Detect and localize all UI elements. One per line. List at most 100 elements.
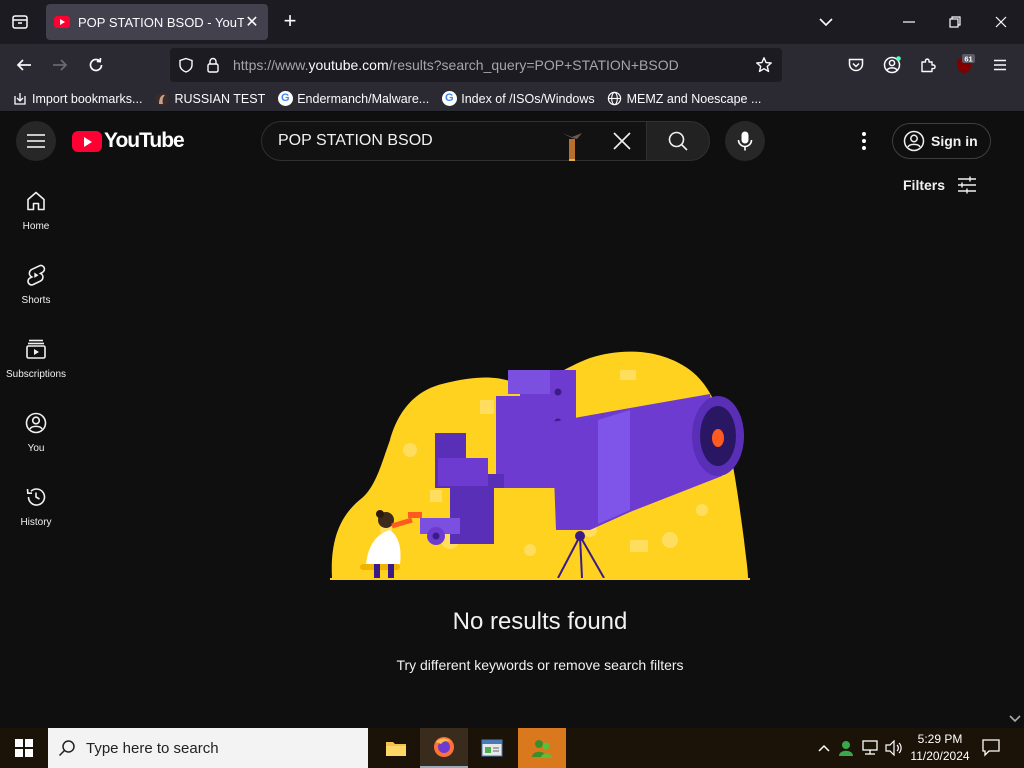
sidebar-item-subscriptions[interactable]: Subscriptions xyxy=(0,317,72,391)
tracking-shield-icon[interactable] xyxy=(178,57,194,78)
sidebar-item-home[interactable]: Home xyxy=(0,169,72,243)
scroll-down-arrow-icon[interactable] xyxy=(1008,712,1022,724)
chevron-down-icon[interactable] xyxy=(816,12,836,32)
search-button[interactable] xyxy=(646,121,710,161)
tripod-head xyxy=(575,531,585,541)
url-path: /results?search_query=POP+STATION+BSOD xyxy=(388,57,679,73)
network-icon[interactable] xyxy=(860,738,880,758)
extensions-puzzle-icon[interactable] xyxy=(916,53,940,77)
history-icon xyxy=(26,488,46,506)
eyepiece-center xyxy=(432,532,440,540)
url-prefix: https://www. xyxy=(233,57,309,73)
account-circle-icon xyxy=(903,130,925,152)
bookmark-index-isos[interactable]: G Index of /ISOs/Windows xyxy=(441,91,595,107)
youtube-play-icon xyxy=(72,130,102,152)
search-icon xyxy=(58,740,75,757)
home-icon xyxy=(27,191,45,211)
no-results-hint: Try different keywords or remove search … xyxy=(396,657,684,673)
volume-icon[interactable] xyxy=(884,738,904,758)
person-leg xyxy=(374,564,380,578)
valve xyxy=(408,512,422,518)
reload-icon[interactable] xyxy=(84,53,108,77)
shorts-icon xyxy=(27,264,46,286)
user-tray-icon[interactable] xyxy=(836,738,856,758)
address-bar[interactable]: https://www.youtube.com/results?search_q… xyxy=(170,48,782,82)
users-icon xyxy=(532,740,552,758)
youtube-favicon-icon xyxy=(54,16,70,28)
taskbar-file-explorer[interactable] xyxy=(372,728,420,768)
folder-icon xyxy=(386,742,406,756)
start-button[interactable] xyxy=(0,728,48,768)
back-arrow-icon[interactable] xyxy=(12,53,36,77)
pocket-icon[interactable] xyxy=(844,53,868,77)
tab-close-icon[interactable]: ✕ xyxy=(244,12,260,32)
youtube-logo[interactable]: YouTube xyxy=(72,129,185,153)
screen: POP STATION BSOD - YouTube ✕ + xyxy=(0,0,1024,768)
account-icon[interactable] xyxy=(880,53,904,77)
voice-search-button[interactable] xyxy=(725,121,765,161)
logo-text: YouTube xyxy=(104,129,185,152)
search-input[interactable]: POP STATION BSOD xyxy=(261,121,647,161)
person-leg xyxy=(388,564,394,578)
clear-search-icon[interactable] xyxy=(612,131,636,155)
ublock-extension-icon[interactable]: 61 xyxy=(952,53,976,77)
google-glyph: G xyxy=(277,91,293,106)
url-text[interactable]: https://www.youtube.com/results?search_q… xyxy=(233,57,679,73)
taskbar-search-placeholder: Type here to search xyxy=(86,739,219,757)
bookmark-endermanch[interactable]: G Endermanch/Malware... xyxy=(277,91,429,107)
taskbar-search-box[interactable]: Type here to search xyxy=(48,728,368,768)
globe-icon xyxy=(607,91,623,107)
minimize-window-icon[interactable] xyxy=(900,12,918,32)
new-tab-button[interactable]: + xyxy=(280,10,300,34)
sidebar-item-label: History xyxy=(20,517,52,528)
bookmarks-bar: Import bookmarks... RUSSIAN TEST G Ender… xyxy=(0,86,1024,112)
lock-icon[interactable] xyxy=(206,57,220,78)
no-results-title: No results found xyxy=(452,608,628,635)
notifications-icon[interactable] xyxy=(980,736,1004,760)
hamburger-menu-icon[interactable] xyxy=(988,53,1012,77)
guide-menu-button[interactable] xyxy=(16,121,56,161)
sign-in-button[interactable]: Sign in xyxy=(892,123,991,159)
filters-label: Filters xyxy=(903,177,946,193)
sidebar-item-label: Shorts xyxy=(21,295,51,306)
taskbar-app-window[interactable] xyxy=(468,728,516,768)
periscope-joint xyxy=(438,458,488,486)
custom-favicon xyxy=(154,91,170,107)
sidebar-item-label: Home xyxy=(22,221,50,232)
bookmark-import[interactable]: Import bookmarks... xyxy=(12,91,142,107)
more-options-icon[interactable] xyxy=(852,129,876,153)
subscriptions-icon xyxy=(26,339,46,359)
you-icon xyxy=(25,412,47,434)
taskbar-firefox[interactable] xyxy=(420,728,468,768)
bookmark-memz[interactable]: MEMZ and Noescape ... xyxy=(607,91,762,107)
windows-taskbar: Type here to search 5:29 PM 11/20/2024 xyxy=(0,728,1024,768)
bookmark-label: Index of /ISOs/Windows xyxy=(461,91,595,106)
bookmark-star-icon[interactable] xyxy=(755,56,773,79)
system-clock[interactable]: 5:29 PM 11/20/2024 xyxy=(908,731,972,765)
bookmark-russian-test[interactable]: RUSSIAN TEST xyxy=(154,91,265,107)
tab-list-icon[interactable] xyxy=(8,10,32,34)
bookmark-label: MEMZ and Noescape ... xyxy=(626,91,762,106)
google-icon: G xyxy=(277,91,293,107)
app-window-icon xyxy=(481,739,503,757)
restore-window-icon[interactable] xyxy=(946,12,964,32)
sidebar-item-you[interactable]: You xyxy=(0,391,72,465)
filters-button[interactable]: Filters xyxy=(903,176,977,194)
rivet xyxy=(554,388,562,396)
forward-arrow-icon[interactable] xyxy=(48,53,72,77)
sidebar-item-shorts[interactable]: Shorts xyxy=(0,243,72,317)
taskbar-app-users[interactable] xyxy=(518,728,566,768)
close-window-icon[interactable] xyxy=(992,12,1010,32)
extension-badge-count: 61 xyxy=(964,54,972,63)
show-hidden-icons-chevron[interactable] xyxy=(814,738,834,758)
search-icon xyxy=(668,131,688,151)
sidebar-item-history[interactable]: History xyxy=(0,465,72,539)
bookmark-label: RUSSIAN TEST xyxy=(174,91,266,106)
clock-time: 5:29 PM xyxy=(917,732,963,746)
firefox-icon xyxy=(434,737,454,757)
microphone-icon xyxy=(737,131,753,151)
telescope-lens-glow xyxy=(712,429,724,447)
browser-tab-active[interactable]: POP STATION BSOD - YouTube ✕ xyxy=(46,4,268,40)
custom-cursor-icon xyxy=(560,131,584,163)
browser-tab-strip: POP STATION BSOD - YouTube ✕ + xyxy=(0,0,1024,44)
